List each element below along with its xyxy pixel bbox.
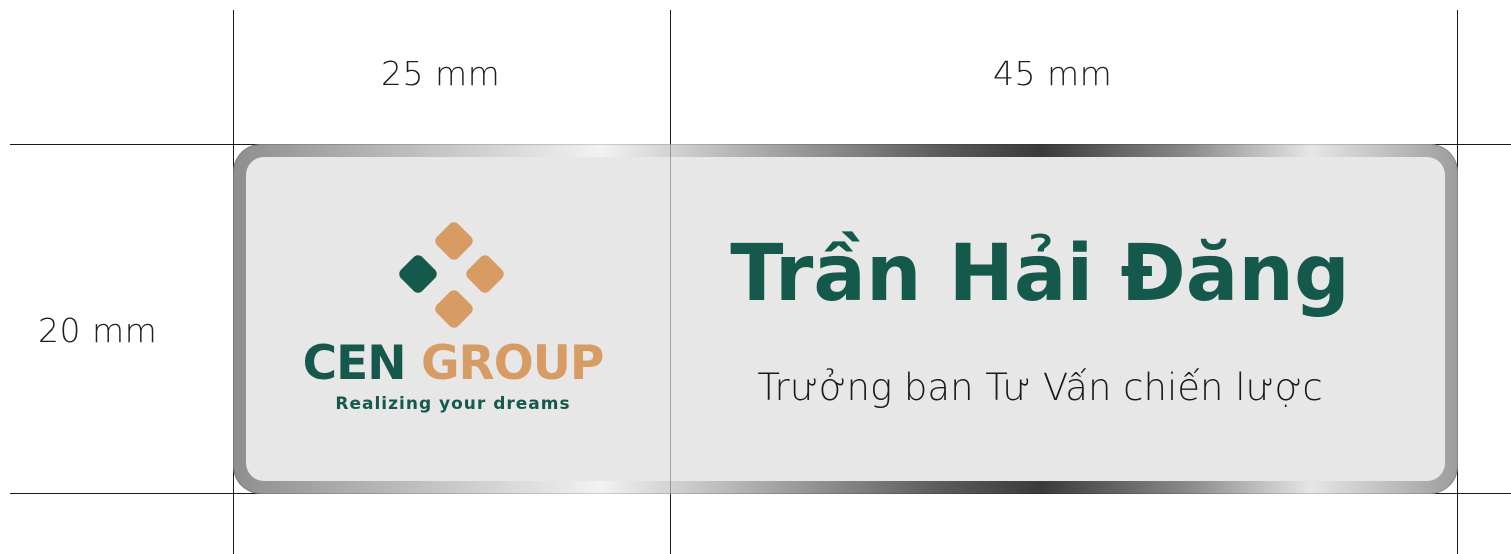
guide-line-over-badge <box>670 144 671 494</box>
person-title: Trưởng ban Tư Vấn chiến lược <box>757 366 1323 409</box>
height-label: 20 mm <box>38 311 158 350</box>
brand-secondary: GROUP <box>420 336 604 391</box>
text-width-label: 45 mm <box>993 54 1113 93</box>
brand-primary: CEN <box>302 336 407 391</box>
person-name: Trần Hải Đăng <box>730 229 1350 319</box>
brand-wordmark: CEN GROUP <box>288 340 618 387</box>
logo-width-label: 25 mm <box>381 54 501 93</box>
brand-tagline: Realizing your dreams <box>335 394 571 414</box>
four-diamond-logo-icon <box>399 222 504 328</box>
